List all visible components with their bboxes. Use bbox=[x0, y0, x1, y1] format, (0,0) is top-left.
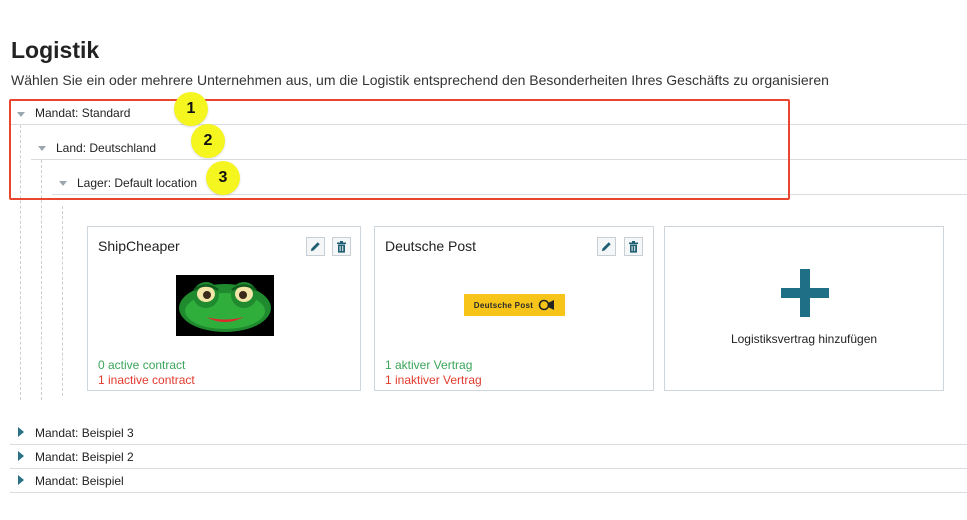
edit-button[interactable] bbox=[597, 237, 616, 256]
logistics-card-deutsche-post: Deutsche Post Deutsche Post 1 aktiver Ve… bbox=[374, 226, 654, 391]
active-contract-count: 0 active contract bbox=[98, 358, 186, 372]
trash-icon bbox=[629, 240, 638, 253]
row-divider bbox=[10, 492, 967, 493]
tree-node-mandat-beispiel-2[interactable]: Mandat: Beispiel 2 bbox=[35, 450, 134, 464]
pencil-icon bbox=[310, 242, 320, 252]
trash-icon bbox=[337, 240, 346, 253]
add-logistics-contract-card[interactable]: Logistiksvertrag hinzufügen bbox=[664, 226, 944, 391]
add-contract-label: Logistiksvertrag hinzufügen bbox=[730, 332, 878, 346]
row-divider bbox=[10, 468, 967, 469]
highlight-box bbox=[9, 99, 790, 200]
chevron-right-icon[interactable] bbox=[18, 451, 24, 461]
delete-button[interactable] bbox=[624, 237, 643, 256]
deutsche-post-logo: Deutsche Post bbox=[464, 294, 565, 316]
frog-logo bbox=[176, 275, 274, 336]
page-subtitle: Wählen Sie ein oder mehrere Unternehmen … bbox=[11, 72, 829, 88]
plus-icon bbox=[781, 269, 829, 317]
annotation-badge-1: 1 bbox=[174, 92, 208, 126]
tree-node-mandat-beispiel[interactable]: Mandat: Beispiel bbox=[35, 474, 124, 488]
annotation-badge-3: 3 bbox=[206, 161, 240, 195]
delete-button[interactable] bbox=[332, 237, 351, 256]
pencil-icon bbox=[601, 242, 611, 252]
inactive-contract-count: 1 inaktiver Vertrag bbox=[385, 373, 482, 387]
logo-text: Deutsche Post bbox=[473, 300, 534, 310]
tree-guide-line bbox=[62, 206, 63, 396]
edit-button[interactable] bbox=[306, 237, 325, 256]
post-horn-icon bbox=[538, 299, 555, 310]
tree-node-mandat-beispiel-3[interactable]: Mandat: Beispiel 3 bbox=[35, 426, 134, 440]
row-divider bbox=[10, 444, 967, 445]
inactive-contract-count: 1 inactive contract bbox=[98, 373, 195, 387]
card-title: ShipCheaper bbox=[98, 238, 180, 254]
logistics-card-shipcheaper: ShipCheaper 0 active contract 1 inactive… bbox=[87, 226, 361, 391]
active-contract-count: 1 aktiver Vertrag bbox=[385, 358, 473, 372]
chevron-right-icon[interactable] bbox=[18, 427, 24, 437]
chevron-right-icon[interactable] bbox=[18, 475, 24, 485]
annotation-badge-2: 2 bbox=[191, 124, 225, 158]
page-title: Logistik bbox=[11, 37, 100, 63]
card-title: Deutsche Post bbox=[385, 238, 477, 254]
